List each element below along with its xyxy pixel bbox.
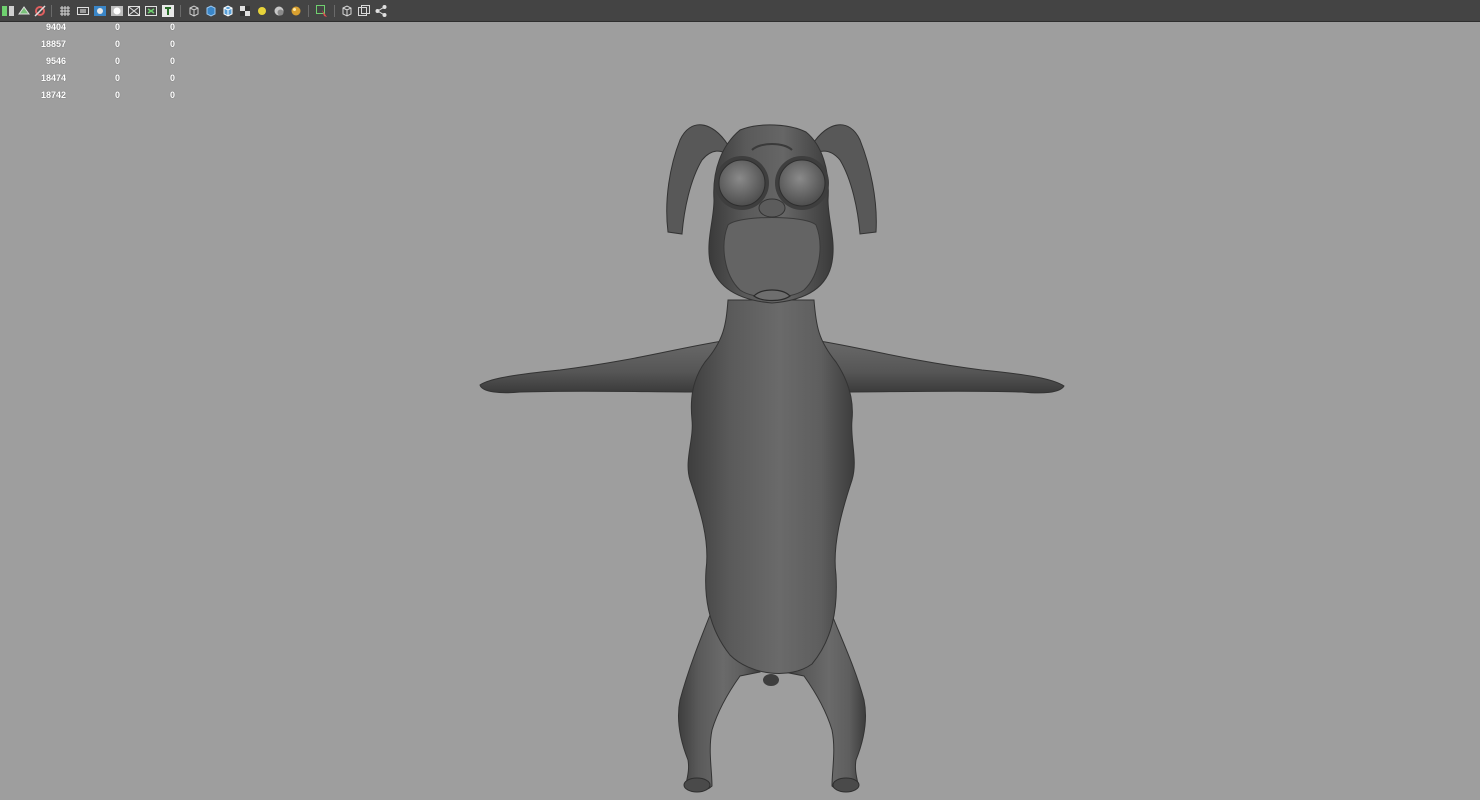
- share-icon[interactable]: [374, 4, 388, 18]
- 3d-viewport[interactable]: 9404 0 0 18857 0 0 9546 0 0 18474 0 0 18…: [0, 22, 1480, 800]
- safe-action-icon[interactable]: [127, 4, 141, 18]
- snapshot-icon[interactable]: [33, 4, 47, 18]
- xray-icon[interactable]: [315, 4, 329, 18]
- torso: [687, 299, 855, 675]
- film-gate-icon[interactable]: [76, 4, 90, 18]
- field-chart-icon[interactable]: [110, 4, 124, 18]
- smooth-shade-icon[interactable]: [204, 4, 218, 18]
- panel-layout-icon[interactable]: [1, 4, 15, 18]
- left-foot: [683, 777, 711, 793]
- isolate-select-icon[interactable]: [340, 4, 354, 18]
- safe-action-icon[interactable]: [144, 4, 158, 18]
- default-material-icon[interactable]: [289, 4, 303, 18]
- dog-character-model[interactable]: [0, 22, 1480, 800]
- viewport-toolbar: [0, 0, 1480, 22]
- use-all-lights-icon[interactable]: [255, 4, 269, 18]
- text-tool-icon[interactable]: [161, 4, 175, 18]
- grid-icon[interactable]: [58, 4, 72, 18]
- nose: [758, 198, 786, 218]
- right-foot: [832, 777, 860, 793]
- texture-icon[interactable]: [238, 4, 252, 18]
- resolution-gate-icon[interactable]: [93, 4, 107, 18]
- camera-attributes-icon[interactable]: [17, 4, 31, 18]
- muzzle: [723, 217, 821, 298]
- groin-detail: [763, 674, 779, 686]
- wireframe-on-shaded-icon[interactable]: [221, 4, 235, 18]
- shadows-icon[interactable]: [272, 4, 286, 18]
- wireframe-icon[interactable]: [187, 4, 201, 18]
- viewport-menu-icon[interactable]: [357, 4, 371, 18]
